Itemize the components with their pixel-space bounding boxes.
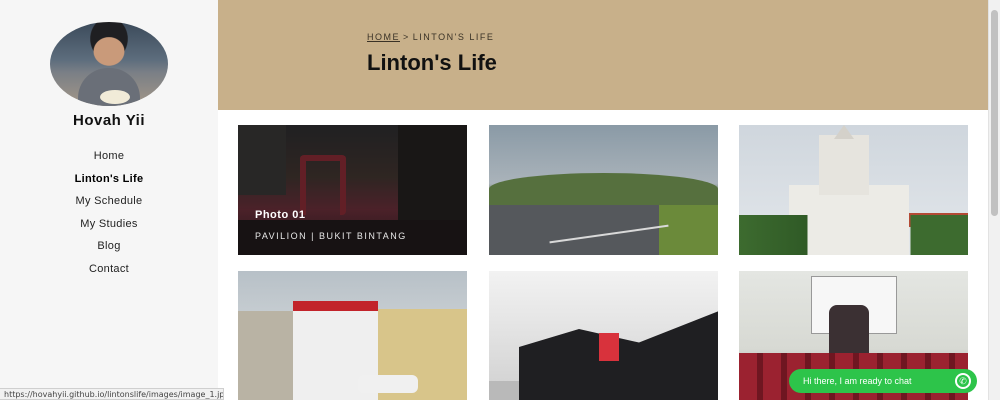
page-header: HOME > LINTON'S LIFE Linton's Life [218, 0, 988, 110]
main-nav: Home Linton's Life My Schedule My Studie… [0, 148, 218, 283]
nav-item-contact[interactable]: Contact [0, 261, 218, 284]
whatsapp-icon: ✆ [955, 373, 971, 389]
page-title: Linton's Life [367, 50, 497, 75]
photo-shophouse [238, 311, 293, 400]
gallery-photo-2[interactable] [489, 125, 718, 255]
status-url-bar: https://hovahyii.github.io/lintonslife/i… [0, 388, 224, 400]
photo-shop-sign [293, 301, 378, 311]
breadcrumb-home[interactable]: HOME [367, 32, 400, 42]
breadcrumb: HOME > LINTON'S LIFE [367, 32, 494, 42]
scrollbar-thumb[interactable] [991, 10, 998, 216]
photo-grass [659, 205, 718, 255]
sidebar: Hovah Yii Home Linton's Life My Schedule… [0, 0, 218, 400]
photo-gym-seat [599, 333, 619, 361]
nav-item-my-studies[interactable]: My Studies [0, 216, 218, 239]
breadcrumb-separator: > [403, 32, 410, 42]
avatar-plate [100, 90, 130, 104]
breadcrumb-current: LINTON'S LIFE [412, 32, 495, 42]
page-scrollbar[interactable] [988, 0, 1000, 400]
profile-name: Hovah Yii [72, 112, 146, 129]
chat-label: Hi there, I am ready to chat [803, 376, 912, 386]
gallery-photo-4[interactable] [238, 271, 467, 400]
photo-church-tower [819, 135, 869, 195]
gallery-photo-1[interactable]: Photo 01 PAVILION | BUKIT BINTANG [238, 125, 467, 255]
photo-hill [489, 173, 718, 205]
whatsapp-chat-button[interactable]: Hi there, I am ready to chat ✆ [789, 369, 977, 393]
gallery-photo-3[interactable] [739, 125, 968, 255]
photo-caption-subtitle: PAVILION | BUKIT BINTANG [255, 231, 407, 241]
photo-church-spire [834, 125, 854, 139]
photo-car [358, 375, 418, 393]
nav-item-lintons-life[interactable]: Linton's Life [0, 171, 218, 194]
gallery-photo-5[interactable] [489, 271, 718, 400]
photo-trees [739, 215, 968, 255]
nav-item-blog[interactable]: Blog [0, 238, 218, 261]
avatar [50, 22, 168, 106]
nav-item-my-schedule[interactable]: My Schedule [0, 193, 218, 216]
photo-caption-title: Photo 01 [255, 209, 306, 221]
nav-item-home[interactable]: Home [0, 148, 218, 171]
